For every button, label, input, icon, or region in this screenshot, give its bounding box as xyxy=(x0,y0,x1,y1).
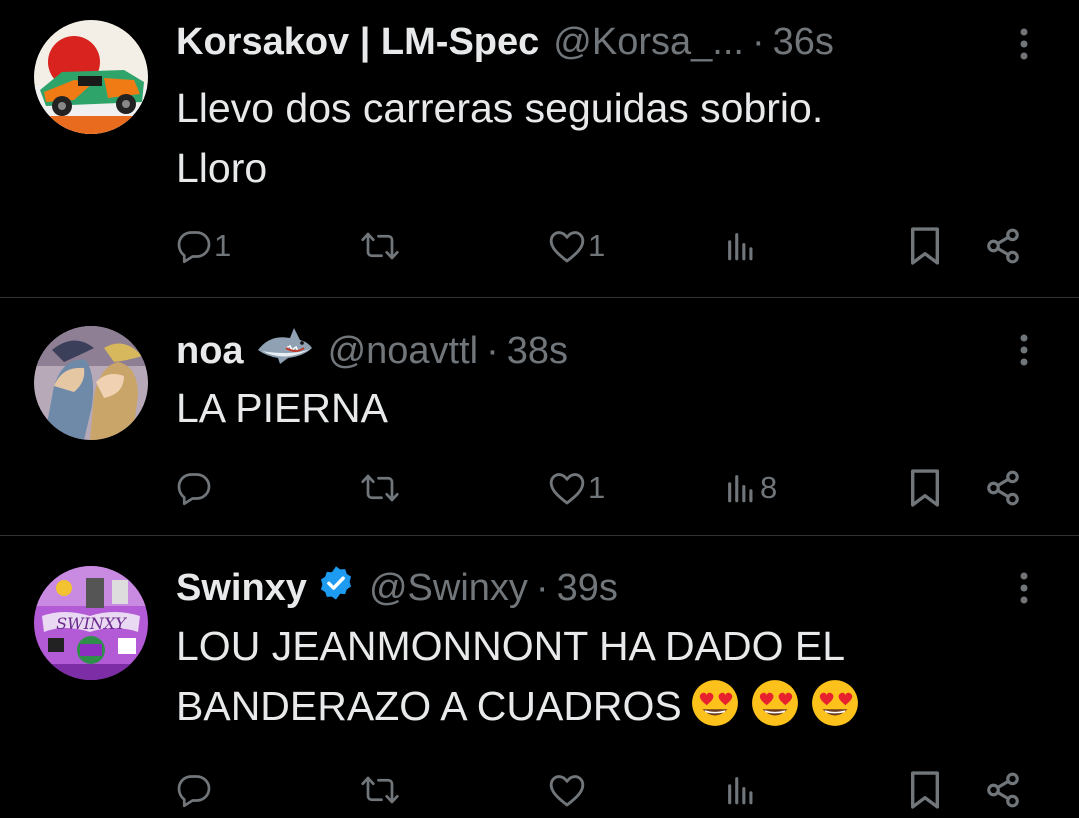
tweet-text-line: LA PIERNA xyxy=(176,385,388,431)
tweet-header: noa @noavttl · 38s xyxy=(176,326,568,376)
views-icon xyxy=(728,233,753,261)
bookmark-icon xyxy=(911,469,940,507)
views-button[interactable] xyxy=(724,226,760,266)
retweet-button[interactable] xyxy=(360,226,402,266)
views-button[interactable] xyxy=(724,770,760,810)
heart-icon xyxy=(549,231,585,263)
separator-dot: · xyxy=(535,567,549,609)
like-button[interactable]: 1 xyxy=(548,226,605,266)
bookmark-button[interactable] xyxy=(908,226,942,266)
retweet-icon xyxy=(361,232,399,260)
reply-button[interactable] xyxy=(176,770,214,810)
shark-emoji-icon xyxy=(256,326,314,376)
heart-icon xyxy=(549,473,585,505)
views-count: 8 xyxy=(760,470,778,505)
tweet-text-line: LOU JEANMONNONT HA DADO EL xyxy=(176,623,846,669)
author-handle[interactable]: @Swinxy xyxy=(369,566,528,610)
avatar[interactable]: SWINXY xyxy=(34,566,148,680)
timestamp[interactable]: 36s xyxy=(773,20,834,64)
reply-icon xyxy=(177,231,211,264)
reply-button[interactable]: 1 xyxy=(176,226,231,266)
more-options-icon[interactable] xyxy=(1012,330,1036,370)
share-icon xyxy=(987,228,1019,264)
tweet-header: Korsakov | LM-Spec @Korsa_... · 36s xyxy=(176,20,834,64)
avatar[interactable] xyxy=(34,326,148,440)
author-name[interactable]: Swinxy xyxy=(176,566,307,610)
views-icon xyxy=(728,777,753,805)
separator-dot: · xyxy=(751,21,765,63)
tweet-actions: 1 8 xyxy=(0,468,1079,508)
views-icon xyxy=(728,475,753,503)
author-name[interactable]: Korsakov | LM-Spec xyxy=(176,20,539,64)
like-count: 1 xyxy=(588,228,606,263)
retweet-button[interactable] xyxy=(360,468,402,508)
tweet-text-line: Lloro xyxy=(176,145,268,191)
like-button[interactable]: 1 xyxy=(548,468,605,508)
reply-button[interactable] xyxy=(176,468,214,508)
heart-eyes-emoji-icon xyxy=(748,678,802,744)
tweet-actions: 1 1 xyxy=(0,226,1079,266)
tweet-text: LA PIERNA xyxy=(176,378,388,438)
tweet-text: LOU JEANMONNONT HA DADO EL BANDERAZO A C… xyxy=(176,616,862,744)
tweet-header: Swinxy @Swinxy · 39s xyxy=(176,564,618,612)
share-icon xyxy=(987,772,1019,808)
tweet-actions xyxy=(0,770,1079,810)
views-button[interactable]: 8 xyxy=(724,468,777,508)
bookmark-icon xyxy=(911,227,940,265)
bookmark-icon xyxy=(911,771,940,809)
verified-badge-icon xyxy=(317,564,355,612)
tweet-text-line: Llevo dos carreras seguidas sobrio. xyxy=(176,85,824,131)
heart-eyes-emoji-icon xyxy=(688,678,742,744)
author-handle[interactable]: @Korsa_... xyxy=(553,20,744,64)
like-button[interactable] xyxy=(548,770,588,810)
reply-icon xyxy=(177,775,211,808)
retweet-icon xyxy=(361,474,399,502)
timestamp[interactable]: 38s xyxy=(507,329,568,373)
retweet-icon xyxy=(361,776,399,804)
author-handle[interactable]: @noavttl xyxy=(328,329,479,373)
reply-icon xyxy=(177,473,211,506)
tweet-text-line: BANDERAZO A CUADROS xyxy=(176,676,862,744)
author-name[interactable]: noa xyxy=(176,329,244,373)
separator-dot: · xyxy=(486,330,499,372)
retweet-button[interactable] xyxy=(360,770,402,810)
tweet-noa[interactable]: noa @noavttl · 38s LA PIERNA 1 8 xyxy=(0,298,1079,535)
bookmark-button[interactable] xyxy=(908,468,942,508)
share-button[interactable] xyxy=(984,770,1022,810)
like-count: 1 xyxy=(588,470,606,505)
tweet-text: Llevo dos carreras seguidas sobrio. Llor… xyxy=(176,78,823,198)
share-button[interactable] xyxy=(984,468,1022,508)
bookmark-button[interactable] xyxy=(908,770,942,810)
avatar[interactable] xyxy=(34,20,148,134)
heart-eyes-emoji-icon xyxy=(808,678,862,744)
more-options-icon[interactable] xyxy=(1012,24,1036,64)
svg-text:SWINXY: SWINXY xyxy=(56,614,127,633)
timestamp[interactable]: 39s xyxy=(557,566,618,610)
reply-count: 1 xyxy=(214,228,232,263)
share-icon xyxy=(987,470,1019,506)
tweet-swinxy[interactable]: SWINXY Swinxy @Swinxy · 39s LOU JEANMONN… xyxy=(0,536,1079,818)
tweet-korsakov[interactable]: Korsakov | LM-Spec @Korsa_... · 36s Llev… xyxy=(0,0,1079,297)
more-options-icon[interactable] xyxy=(1012,568,1036,608)
tweet-text-line-2: BANDERAZO A CUADROS xyxy=(176,683,682,729)
share-button[interactable] xyxy=(984,226,1022,266)
heart-icon xyxy=(549,775,585,807)
